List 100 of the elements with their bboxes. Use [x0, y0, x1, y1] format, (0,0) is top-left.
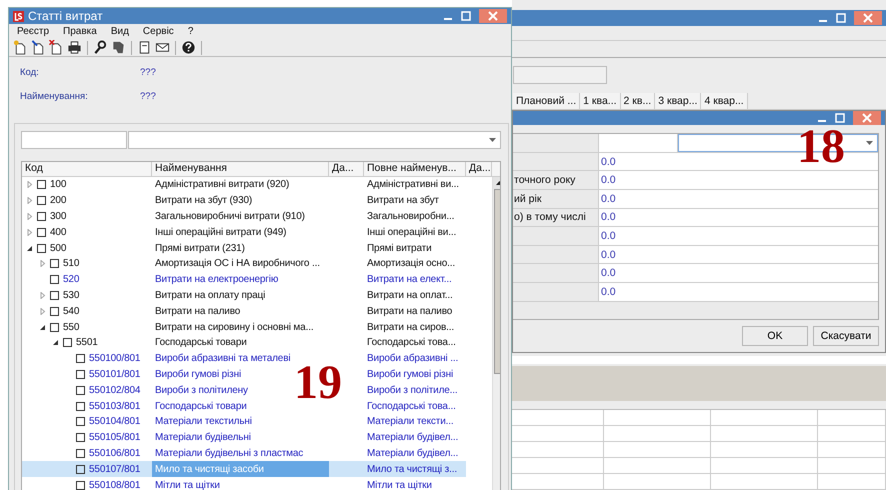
- checkbox[interactable]: [37, 196, 46, 206]
- tree-row[interactable]: 550104/801: [22, 414, 152, 430]
- code-text: 520: [63, 274, 80, 286]
- menu-item[interactable]: Сервіс: [142, 26, 174, 37]
- column-header[interactable]: Плановий ...: [513, 93, 580, 110]
- caret-icon: [489, 138, 496, 142]
- checkbox[interactable]: [37, 212, 46, 221]
- maximize-icon[interactable]: [836, 13, 846, 23]
- tree-row[interactable]: 550: [22, 319, 152, 335]
- checkbox[interactable]: [37, 244, 46, 253]
- code-text: 550101/801: [89, 368, 140, 380]
- checkbox[interactable]: [50, 322, 59, 332]
- delete-document-icon[interactable]: [49, 40, 64, 55]
- expanded-triangle-icon[interactable]: [52, 339, 59, 346]
- print-icon[interactable]: [67, 40, 82, 55]
- column-header[interactable]: Повне найменув...: [364, 162, 466, 176]
- tree-row[interactable]: 550106/801: [22, 446, 152, 462]
- expanded-triangle-icon[interactable]: [39, 324, 46, 331]
- input-field[interactable]: [513, 66, 607, 84]
- checkbox[interactable]: [76, 480, 85, 490]
- expanded-triangle-icon[interactable]: [26, 244, 33, 252]
- help-icon[interactable]: [181, 40, 196, 55]
- tree-row[interactable]: 550103/801: [22, 398, 152, 414]
- code-text: 550103/801: [89, 400, 140, 412]
- full-name-cell-text: Вироби абразивні ...: [366, 352, 460, 366]
- menu-item[interactable]: Правка: [63, 26, 97, 37]
- name-text: Витрати на електроенергію: [155, 274, 278, 286]
- search-icon[interactable]: [93, 40, 108, 55]
- checkbox[interactable]: [37, 228, 46, 237]
- full-name-cell-text: Мітли та щітки: [366, 478, 433, 490]
- value-text: 0.0: [601, 174, 616, 186]
- tree-row[interactable]: 550107/801: [22, 461, 152, 478]
- checkbox[interactable]: [76, 464, 85, 474]
- filter-field[interactable]: [21, 131, 127, 149]
- value-text: 0.0: [601, 211, 616, 224]
- tree-row[interactable]: 550101/801: [22, 366, 152, 382]
- value-text: 0.0: [601, 248, 616, 261]
- form-icon[interactable]: [137, 40, 152, 55]
- menu-item[interactable]: Вид: [110, 26, 129, 37]
- field-label: Найменування:: [20, 91, 89, 102]
- tree-row[interactable]: 500: [22, 240, 152, 256]
- tree-row[interactable]: 5501: [22, 334, 152, 351]
- name-text: Амортизація ОС і НА виробничого ...: [155, 258, 320, 270]
- menu-item[interactable]: Реєстр: [17, 26, 50, 37]
- column-header[interactable]: 4 квар...: [701, 93, 748, 110]
- close-button[interactable]: [479, 9, 507, 23]
- code-text: 540: [63, 306, 80, 317]
- column-header[interactable]: Код: [22, 162, 152, 176]
- checkbox[interactable]: [76, 433, 85, 442]
- close-button[interactable]: [854, 11, 882, 25]
- checkbox[interactable]: [76, 370, 85, 379]
- checkbox[interactable]: [76, 448, 85, 458]
- value-text: 0.0: [601, 156, 616, 168]
- new-document-icon[interactable]: [13, 40, 28, 55]
- checkbox[interactable]: [50, 275, 59, 284]
- column-header[interactable]: Найменування: [152, 162, 329, 176]
- tree-row[interactable]: 550102/804: [22, 382, 152, 398]
- code-text: 100: [50, 179, 66, 190]
- menu-item[interactable]: ?: [188, 26, 194, 37]
- full-name-cell-text: Вироби гумові різні: [366, 368, 454, 382]
- checkbox[interactable]: [76, 417, 85, 426]
- tree-row[interactable]: 200: [22, 192, 152, 209]
- maximize-icon[interactable]: [461, 11, 471, 21]
- ok-button[interactable]: OK: [742, 326, 808, 346]
- column-header[interactable]: 3 квар...: [655, 93, 702, 110]
- tree-row[interactable]: 100: [22, 177, 152, 193]
- maximize-icon[interactable]: [835, 113, 845, 124]
- full-name-cell-text: Вироби з політиле...: [366, 384, 459, 398]
- column-header[interactable]: Да...: [329, 162, 364, 176]
- checkbox[interactable]: [50, 306, 59, 316]
- edit-document-icon[interactable]: [31, 40, 46, 55]
- checkbox[interactable]: [63, 338, 72, 348]
- checkbox[interactable]: [37, 180, 46, 190]
- tree-row[interactable]: 530: [22, 288, 152, 304]
- tree-row[interactable]: 550108/801: [22, 477, 152, 490]
- flag-icon[interactable]: [111, 40, 126, 55]
- tree-row[interactable]: 300: [22, 208, 152, 224]
- checkbox[interactable]: [50, 290, 59, 300]
- checkbox[interactable]: [76, 386, 85, 395]
- checkbox[interactable]: [76, 354, 85, 364]
- close-button[interactable]: [853, 111, 881, 126]
- tree-row[interactable]: 510: [22, 256, 152, 272]
- input-field[interactable]: [599, 134, 678, 152]
- name-text: Матеріали будівельні з пластмас: [155, 448, 304, 459]
- tree-row[interactable]: 550105/801: [22, 430, 152, 446]
- full-name-cell-text: Загальновиробни...: [366, 210, 456, 224]
- cancel-button[interactable]: Скасувати: [813, 326, 879, 346]
- tree-row[interactable]: 540: [22, 303, 152, 320]
- tree-row[interactable]: 550100/801: [22, 350, 152, 367]
- column-header[interactable]: 2 кв...: [620, 93, 656, 110]
- tree-row[interactable]: 400: [22, 224, 152, 240]
- name-text: Адміністративні витрати (920): [155, 179, 290, 190]
- name-text: Вироби гумові різні: [155, 368, 242, 380]
- checkbox[interactable]: [76, 402, 85, 411]
- column-header[interactable]: 1 ква...: [580, 93, 621, 110]
- column-header[interactable]: Да...: [466, 162, 492, 176]
- tree-row[interactable]: 520: [22, 272, 152, 288]
- name-text: Інші операційні витрати (949): [155, 226, 286, 238]
- code-text: 400: [50, 226, 66, 238]
- checkbox[interactable]: [50, 259, 59, 268]
